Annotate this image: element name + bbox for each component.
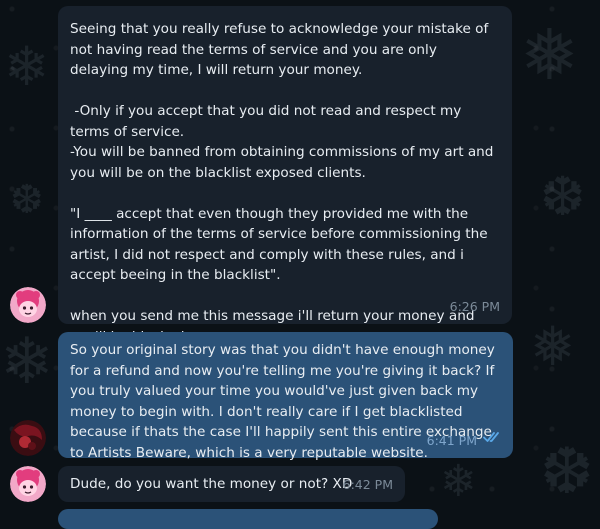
- snowflake-pattern-icon: ❄: [440, 456, 477, 507]
- pink-character-avatar-icon: [10, 466, 46, 502]
- snowflake-pattern-icon: ❄: [0, 325, 54, 399]
- artist-avatar[interactable]: [10, 287, 46, 323]
- artist-avatar[interactable]: [10, 466, 46, 502]
- snowflake-pattern-icon: ❆: [10, 177, 44, 223]
- double-check-icon: [483, 429, 503, 450]
- message-time: 6:26 PM: [449, 298, 500, 314]
- user-avatar[interactable]: [10, 420, 46, 456]
- message-bubble-incoming[interactable]: Seeing that you really refuse to acknowl…: [58, 6, 512, 345]
- snowflake-pattern-icon: ❅: [520, 14, 579, 96]
- message-time: 6:41 PM: [426, 432, 477, 448]
- message-bubble-outgoing-partial[interactable]: [58, 509, 438, 529]
- pink-character-avatar-icon: [10, 287, 46, 323]
- message-text: Seeing that you really refuse to acknowl…: [70, 21, 494, 345]
- snowflake-pattern-icon: ❄: [4, 35, 50, 98]
- snowflake-pattern-icon: ❆: [540, 165, 586, 228]
- dark-red-avatar-icon: [10, 420, 46, 456]
- snowflake-pattern-icon: ❆: [540, 435, 594, 509]
- message-bubble-incoming[interactable]: Dude, do you want the money or not? XD 6…: [58, 466, 405, 502]
- message-bubble-outgoing[interactable]: So your original story was that you didn…: [58, 332, 513, 461]
- message-time: 6:42 PM: [342, 476, 393, 492]
- snowflake-pattern-icon: ❅: [530, 315, 576, 378]
